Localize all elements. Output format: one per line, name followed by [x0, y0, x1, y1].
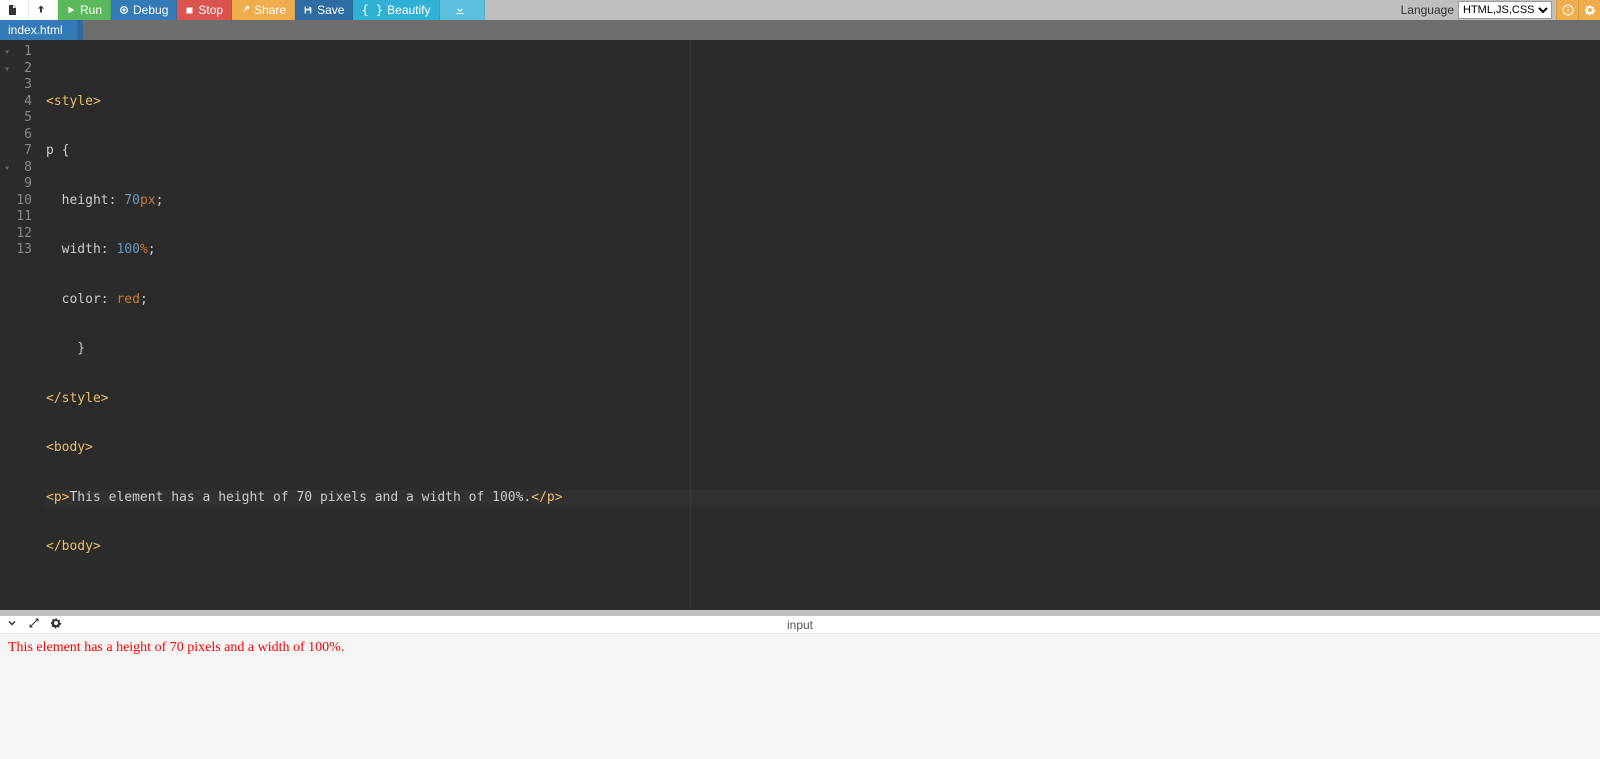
line-number: 9: [6, 176, 32, 193]
line-number: ▾8: [6, 160, 32, 177]
fold-marker[interactable]: ▾: [4, 45, 10, 62]
collapse-button[interactable]: [6, 617, 18, 632]
output-panel: This element has a height of 70 pixels a…: [0, 634, 1600, 759]
tab-bar: index.html: [0, 20, 1600, 40]
code-token: <body>: [46, 440, 93, 455]
code-token: :: [101, 292, 117, 307]
debug-label: Debug: [133, 3, 168, 17]
line-number: 10: [6, 193, 32, 210]
file-icon: [6, 4, 18, 16]
info-button[interactable]: [1556, 0, 1578, 20]
code-token: </body>: [46, 539, 101, 554]
toolbar-spacer: [485, 0, 1397, 20]
code-token: }: [46, 341, 85, 356]
code-token: </p>: [531, 490, 562, 505]
line-number-gutter: ▾1▾234567▾8910111213: [0, 40, 40, 610]
output-center-label: input: [787, 618, 813, 632]
output-text: This element has a height of 70 pixels a…: [8, 640, 344, 655]
code-token: p: [46, 143, 54, 158]
info-icon: [1562, 4, 1574, 16]
code-token: px: [140, 193, 156, 208]
expand-icon: [28, 617, 40, 629]
code-token: color: [46, 292, 101, 307]
gear-icon: [50, 617, 62, 629]
fold-marker[interactable]: ▾: [4, 62, 10, 79]
code-token: :: [101, 242, 117, 257]
code-area[interactable]: <style> p { height: 70px; width: 100%; c…: [40, 40, 1600, 610]
play-icon: [66, 5, 76, 15]
code-token: red: [116, 292, 139, 307]
save-label: Save: [317, 3, 344, 17]
stop-button[interactable]: Stop: [177, 0, 232, 20]
upload-button[interactable]: [29, 0, 58, 20]
debug-button[interactable]: Debug: [111, 0, 177, 20]
beautify-button[interactable]: { } Beautify: [353, 0, 439, 20]
code-token: :: [109, 193, 125, 208]
code-token: <p>: [46, 490, 69, 505]
language-label: Language: [1401, 3, 1454, 17]
share-button[interactable]: Share: [232, 0, 295, 20]
chevron-down-icon: [6, 617, 18, 629]
code-token: ;: [148, 242, 156, 257]
run-label: Run: [80, 3, 102, 17]
code-token: {: [54, 143, 70, 158]
fold-marker[interactable]: ▾: [4, 161, 10, 178]
upload-icon: [35, 4, 47, 16]
tab-index-html[interactable]: index.html: [0, 20, 83, 40]
save-button[interactable]: Save: [295, 0, 353, 20]
line-number: ▾1: [6, 44, 32, 61]
stop-label: Stop: [198, 3, 223, 17]
language-select[interactable]: HTML,JS,CSS: [1458, 1, 1552, 19]
code-token: <style>: [46, 94, 101, 109]
settings-button[interactable]: [1578, 0, 1600, 20]
code-token: %: [140, 242, 148, 257]
language-selector-wrap: Language HTML,JS,CSS: [1397, 0, 1556, 20]
code-token: </style>: [46, 391, 109, 406]
code-token: 100: [116, 242, 139, 257]
share-icon: [240, 5, 250, 15]
line-number: 11: [6, 209, 32, 226]
line-number: 3: [6, 77, 32, 94]
line-number: 12: [6, 226, 32, 243]
stop-icon: [185, 6, 194, 15]
run-button[interactable]: Run: [58, 0, 111, 20]
code-token: height: [46, 193, 109, 208]
code-editor[interactable]: ▾1▾234567▾8910111213 <style> p { height:…: [0, 40, 1600, 610]
line-number: 5: [6, 110, 32, 127]
code-token: ;: [156, 193, 164, 208]
code-token: This element has a height of 70 pixels a…: [69, 490, 531, 505]
editor-ruler: [690, 40, 691, 610]
editor-panel: ▾1▾234567▾8910111213 <style> p { height:…: [0, 40, 1600, 610]
line-number: 6: [6, 127, 32, 144]
output-settings-button[interactable]: [50, 617, 62, 632]
main-toolbar: Run Debug Stop Share Save { } Beautify L…: [0, 0, 1600, 20]
download-button[interactable]: [440, 0, 485, 20]
line-number: ▾2: [6, 61, 32, 78]
output-toolbar: input: [0, 616, 1600, 634]
code-token: width: [46, 242, 101, 257]
braces-icon: { }: [361, 3, 383, 17]
gear-icon: [1584, 4, 1596, 16]
expand-button[interactable]: [28, 617, 40, 632]
download-icon: [454, 4, 466, 16]
line-number: 13: [6, 242, 32, 259]
code-token: 70: [124, 193, 140, 208]
share-label: Share: [254, 3, 286, 17]
beautify-label: Beautify: [387, 3, 430, 17]
line-number: 7: [6, 143, 32, 160]
target-icon: [119, 5, 129, 15]
save-icon: [303, 5, 313, 15]
line-number: 4: [6, 94, 32, 111]
tab-label: index.html: [8, 23, 63, 37]
new-file-button[interactable]: [0, 0, 29, 20]
code-token: ;: [140, 292, 148, 307]
